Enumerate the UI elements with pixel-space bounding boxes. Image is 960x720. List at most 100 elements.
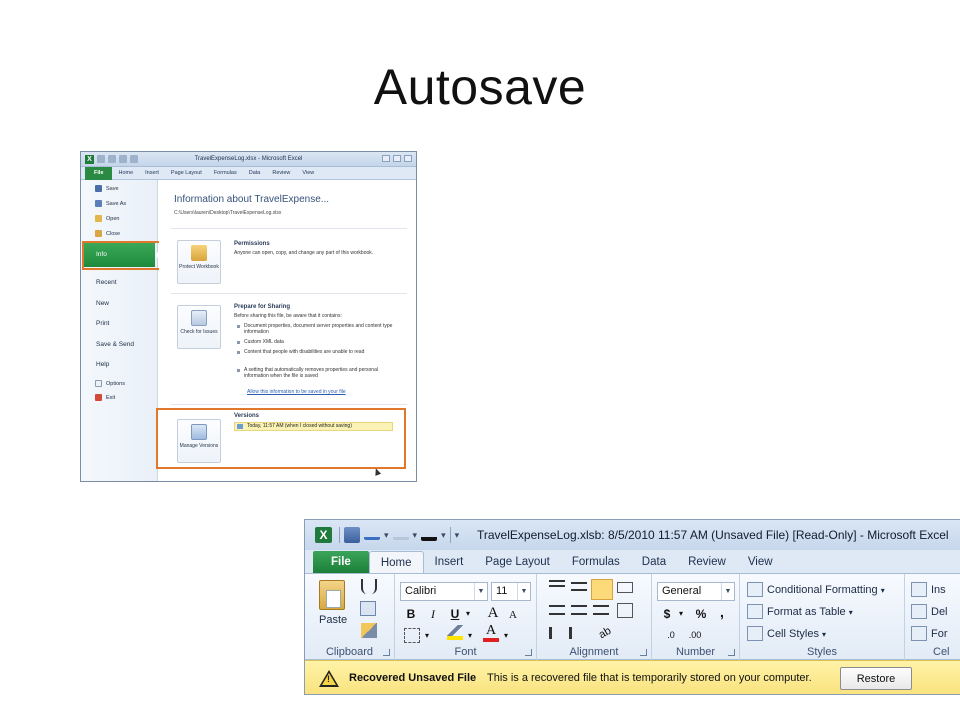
borders-icon[interactable] <box>404 628 420 643</box>
font-color-button[interactable]: A <box>483 624 499 642</box>
allow-information-link[interactable]: Allow this information to be saved in yo… <box>247 389 346 395</box>
menu-save[interactable]: Save <box>81 182 158 195</box>
increase-indent-icon[interactable] <box>569 627 585 639</box>
sharing-bullet: Content that people with disabilities ar… <box>237 349 397 355</box>
dialog-launcher-icon[interactable] <box>728 649 735 656</box>
bold-button[interactable]: B <box>403 605 419 623</box>
number-format-combo[interactable]: General ▼ <box>657 582 735 601</box>
menu-save-send[interactable]: Save & Send <box>81 338 158 351</box>
font-color-dropdown-icon[interactable]: ▾ <box>441 530 446 541</box>
menu-recent[interactable]: Recent <box>81 276 158 289</box>
decrease-decimal-button[interactable]: .00 <box>684 626 706 644</box>
format-as-table-button[interactable]: Format as Table ▾ <box>747 602 853 622</box>
fill-color-dropdown-icon[interactable]: ▾ <box>465 627 475 645</box>
cell-styles-button[interactable]: Cell Styles ▾ <box>747 624 826 644</box>
top-align-icon[interactable] <box>549 580 565 587</box>
merge-center-icon[interactable] <box>617 603 633 618</box>
tab-insert[interactable]: Insert <box>424 551 475 573</box>
dialog-launcher-icon[interactable] <box>525 649 532 656</box>
tab-formulas[interactable]: Formulas <box>561 551 631 573</box>
redo-icon[interactable] <box>392 530 409 540</box>
font-color-icon[interactable] <box>421 529 438 541</box>
insert-cells-button[interactable]: Ins <box>911 580 946 600</box>
orientation-icon[interactable]: ab <box>594 621 617 645</box>
increase-decimal-button[interactable]: .0 <box>660 626 682 644</box>
format-painter-icon[interactable] <box>361 623 377 638</box>
middle-align-icon[interactable] <box>571 582 587 591</box>
redo-dropdown-icon[interactable]: ▾ <box>413 530 418 541</box>
percent-button[interactable]: % <box>694 605 708 623</box>
font-size-combo[interactable]: 11 ▼ <box>491 582 531 601</box>
currency-dropdown-icon[interactable]: ▾ <box>676 605 686 623</box>
underline-dropdown-icon[interactable]: ▾ <box>463 605 473 623</box>
fill-color-icon[interactable] <box>447 625 463 640</box>
menu-close[interactable]: Close <box>81 227 158 240</box>
italic-button[interactable]: I <box>425 605 441 623</box>
comma-button[interactable]: , <box>716 603 728 621</box>
menu-open[interactable]: Open <box>81 212 158 225</box>
tab-file[interactable]: File <box>313 551 369 573</box>
customize-toolbar-icon[interactable]: ▾ <box>455 530 460 541</box>
menu-print[interactable]: Print <box>81 317 158 330</box>
sharing-bullet: Document properties, document server pro… <box>237 323 397 336</box>
dialog-launcher-icon[interactable] <box>383 649 390 656</box>
font-name-value: Calibri <box>405 585 437 597</box>
cut-icon[interactable] <box>361 579 377 594</box>
menu-save-as[interactable]: Save As <box>81 197 158 210</box>
tab-formulas[interactable]: Formulas <box>208 167 243 180</box>
check-for-issues-button[interactable]: Check for Issues <box>177 305 221 349</box>
tab-data[interactable]: Data <box>631 551 677 573</box>
format-cells-button[interactable]: For <box>911 624 948 644</box>
font-color-dropdown-icon[interactable]: ▾ <box>501 627 511 645</box>
conditional-formatting-button[interactable]: Conditional Formatting ▾ <box>747 580 885 600</box>
protect-workbook-button[interactable]: Protect Workbook <box>177 240 221 284</box>
tab-home[interactable]: Home <box>368 551 424 573</box>
currency-button[interactable]: $ <box>660 605 674 623</box>
save-icon[interactable] <box>344 527 360 543</box>
tab-review[interactable]: Review <box>677 551 737 573</box>
format-as-table-label: Format as Table <box>767 606 846 618</box>
shrink-font-button[interactable]: A <box>505 606 521 624</box>
align-center-icon[interactable] <box>571 605 587 615</box>
menu-options[interactable]: Options <box>81 377 158 390</box>
chevron-down-icon[interactable]: ▼ <box>721 583 734 600</box>
grow-font-button[interactable]: A <box>485 604 501 622</box>
copy-icon[interactable] <box>360 601 376 616</box>
tab-view[interactable]: View <box>296 167 320 180</box>
wrap-text-icon[interactable] <box>617 582 633 593</box>
tab-insert[interactable]: Insert <box>139 167 165 180</box>
insert-cells-icon <box>911 582 927 597</box>
maximize-icon[interactable] <box>393 155 401 162</box>
font-name-combo[interactable]: Calibri ▼ <box>400 582 488 601</box>
paste-icon[interactable] <box>319 580 345 610</box>
minimize-icon[interactable] <box>382 155 390 162</box>
decrease-indent-icon[interactable] <box>549 627 565 639</box>
tab-data[interactable]: Data <box>243 167 267 180</box>
paste-button[interactable]: Paste <box>319 614 347 626</box>
underline-button[interactable]: U <box>447 605 463 623</box>
chevron-down-icon: ▾ <box>848 608 853 617</box>
chevron-down-icon[interactable]: ▼ <box>474 583 487 600</box>
menu-help[interactable]: Help <box>81 358 158 371</box>
borders-dropdown-icon[interactable]: ▾ <box>422 627 432 645</box>
align-right-icon[interactable] <box>593 605 609 615</box>
tab-file[interactable]: File <box>85 166 113 180</box>
tab-page-layout[interactable]: Page Layout <box>165 167 208 180</box>
tab-view[interactable]: View <box>737 551 784 573</box>
dialog-launcher-icon[interactable] <box>640 649 647 656</box>
undo-icon[interactable] <box>364 530 380 540</box>
backstage-menu: Save Save As Open Close Info Recent New … <box>81 180 162 481</box>
restore-button[interactable]: Restore <box>840 667 912 690</box>
bottom-align-icon[interactable] <box>591 579 613 600</box>
chevron-down-icon[interactable]: ▼ <box>517 583 530 600</box>
tab-review[interactable]: Review <box>266 167 296 180</box>
window-controls <box>382 155 412 162</box>
tab-page-layout[interactable]: Page Layout <box>474 551 561 573</box>
menu-exit[interactable]: Exit <box>81 391 158 404</box>
tab-home[interactable]: Home <box>112 167 139 180</box>
align-left-icon[interactable] <box>549 605 565 615</box>
close-icon[interactable] <box>404 155 412 162</box>
menu-new[interactable]: New <box>81 297 158 310</box>
undo-dropdown-icon[interactable]: ▾ <box>384 530 389 541</box>
delete-cells-button[interactable]: Del <box>911 602 948 622</box>
